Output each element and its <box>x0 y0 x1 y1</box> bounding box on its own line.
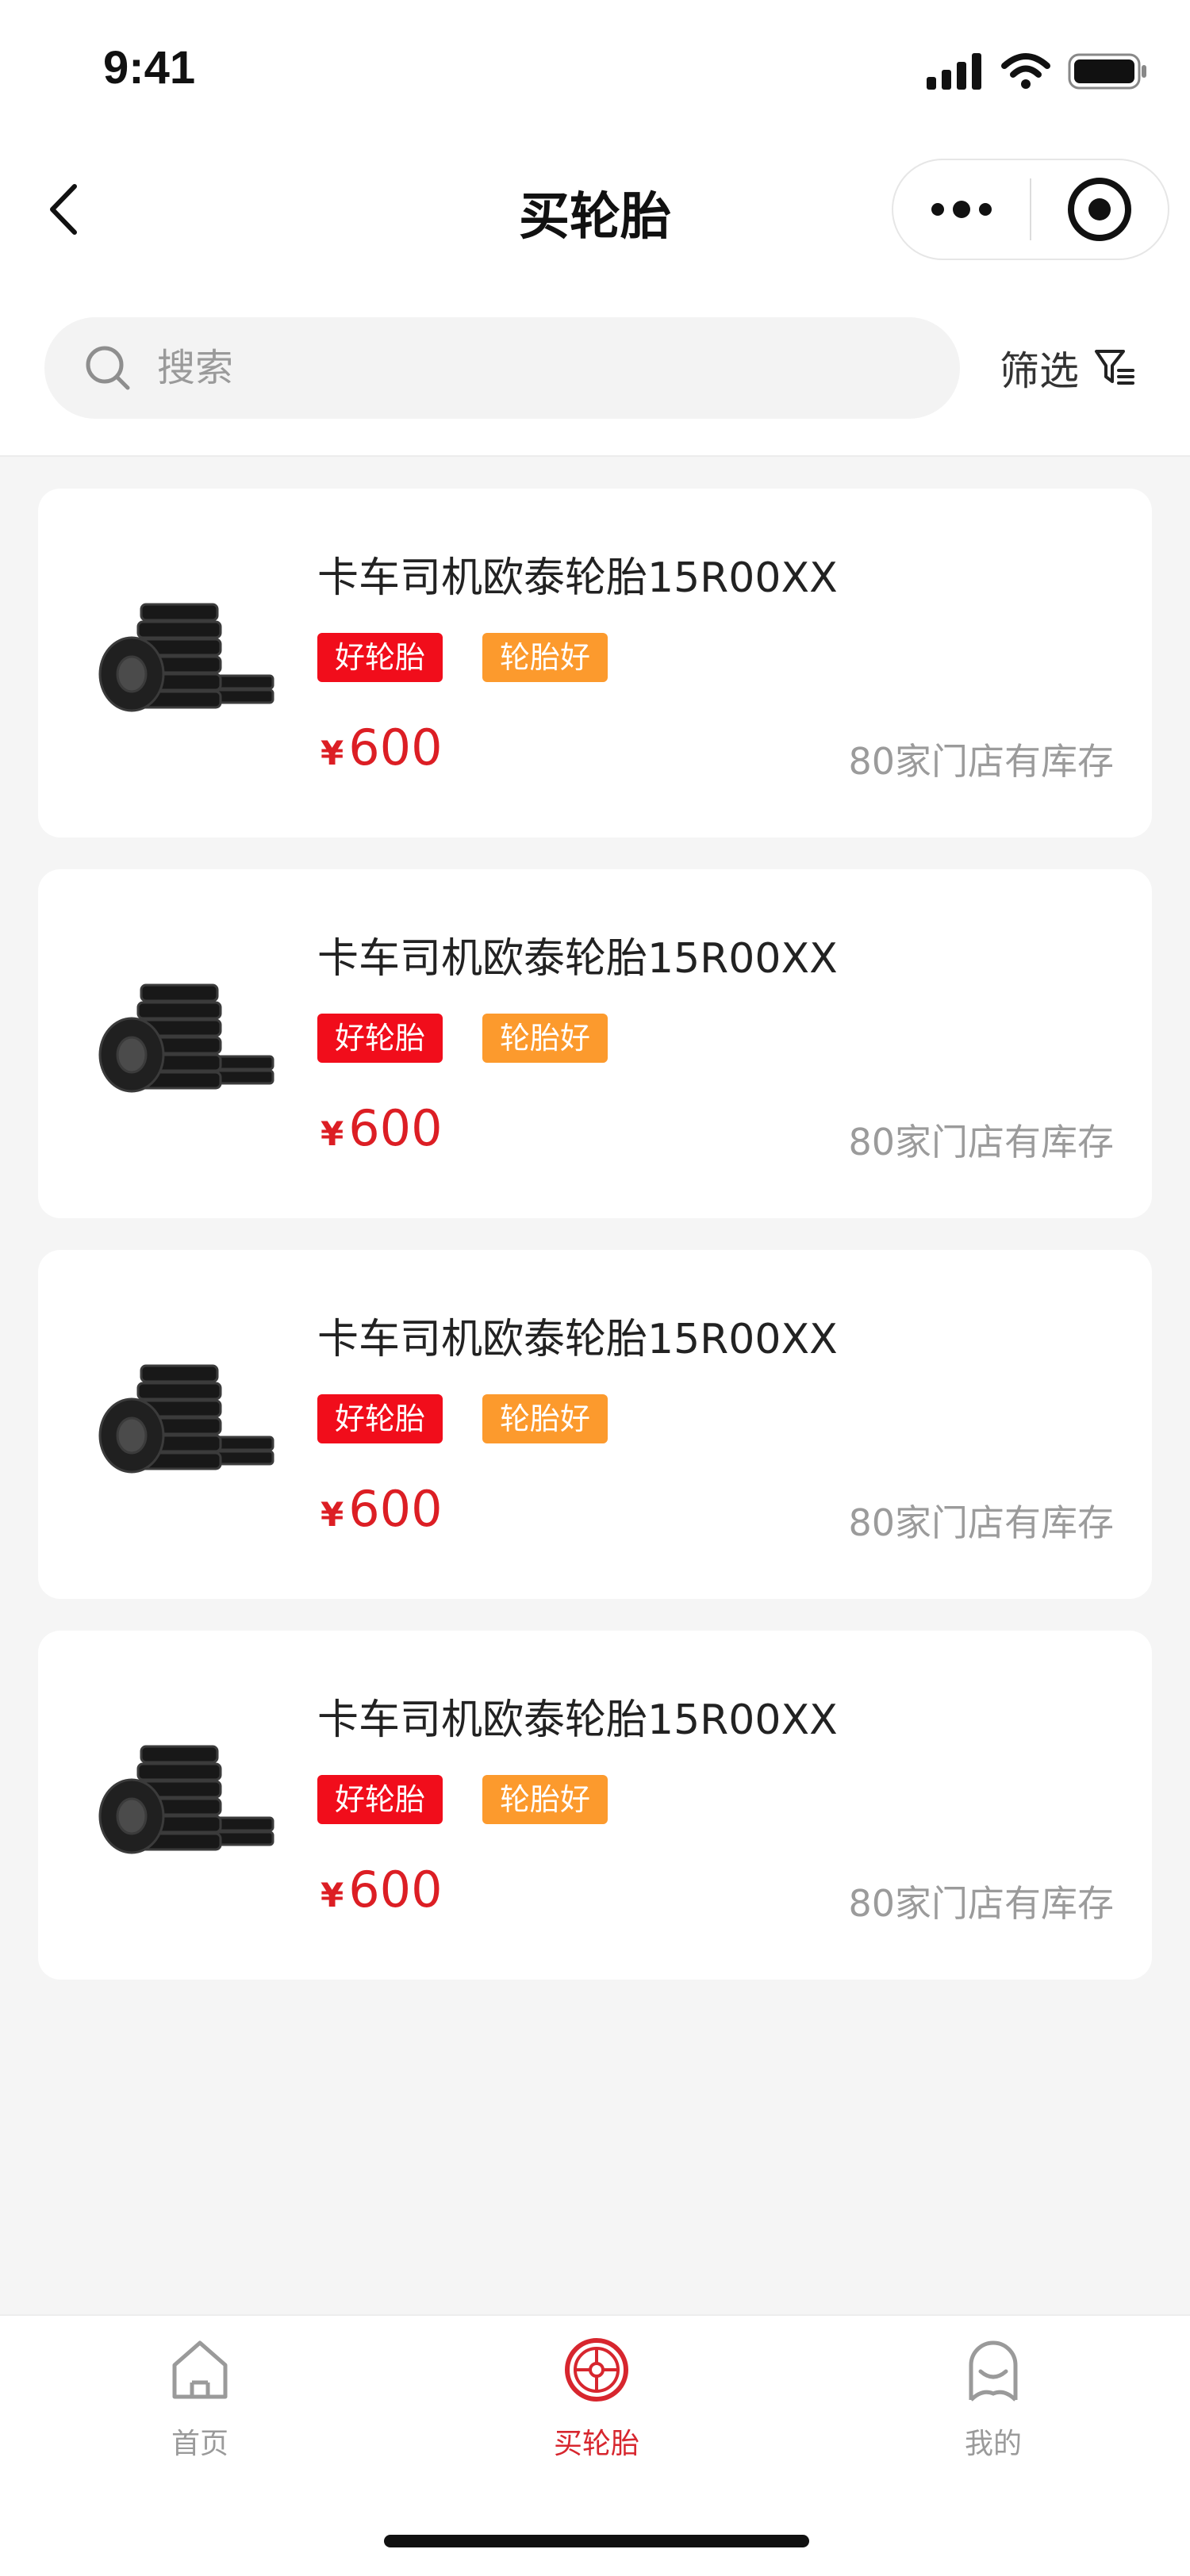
tag-badge: 好轮胎 <box>317 1775 443 1824</box>
home-icon <box>162 2332 238 2408</box>
currency-symbol: ¥ <box>321 734 344 772</box>
tab-home[interactable]: 首页 <box>97 2332 303 2490</box>
tire-stack-image <box>98 1745 274 1854</box>
product-card[interactable]: 卡车司机欧泰轮胎15R00XX 好轮胎 轮胎好 ¥600 80家门店有库存 <box>38 489 1152 838</box>
tag-badge: 好轮胎 <box>317 1014 443 1063</box>
search-bar[interactable] <box>44 317 960 419</box>
nav-bar: 买轮胎 <box>0 143 1190 278</box>
stock-info: 80家门店有库存 <box>848 1501 1114 1544</box>
tag-badge: 轮胎好 <box>482 1775 608 1824</box>
product-price: ¥600 <box>321 1861 443 1919</box>
currency-symbol: ¥ <box>321 1876 344 1915</box>
close-miniprogram-button[interactable] <box>1031 159 1168 260</box>
product-name: 卡车司机欧泰轮胎15R00XX <box>317 1696 838 1744</box>
product-name: 卡车司机欧泰轮胎15R00XX <box>317 935 838 983</box>
product-name: 卡车司机欧泰轮胎15R00XX <box>317 1316 838 1363</box>
profile-icon <box>955 2332 1031 2408</box>
more-dots-icon <box>931 201 992 218</box>
tag-badge: 轮胎好 <box>482 1394 608 1443</box>
price-value: 600 <box>348 719 443 776</box>
cellular-signal-icon <box>927 53 981 90</box>
product-list: 卡车司机欧泰轮胎15R00XX 好轮胎 轮胎好 ¥600 80家门店有库存 卡车… <box>38 489 1152 2011</box>
stock-info: 80家门店有库存 <box>848 1882 1114 1925</box>
tag-badge: 轮胎好 <box>482 633 608 682</box>
stock-info: 80家门店有库存 <box>848 1121 1114 1163</box>
search-icon <box>86 346 130 390</box>
more-button[interactable] <box>893 159 1030 260</box>
price-value: 600 <box>348 1480 443 1538</box>
product-card[interactable]: 卡车司机欧泰轮胎15R00XX 好轮胎 轮胎好 ¥600 80家门店有库存 <box>38 1631 1152 1980</box>
tab-mine[interactable]: 我的 <box>890 2332 1096 2490</box>
stock-info: 80家门店有库存 <box>848 740 1114 783</box>
battery-icon <box>1068 53 1146 90</box>
price-value: 600 <box>348 1861 443 1919</box>
tire-stack-image <box>98 603 274 712</box>
target-circle-icon <box>1068 178 1131 241</box>
status-icons <box>927 49 1149 94</box>
tire-stack-image <box>98 983 274 1093</box>
product-price: ¥600 <box>321 1480 443 1538</box>
tag-badge: 好轮胎 <box>317 1394 443 1443</box>
tab-label: 买轮胎 <box>553 2428 639 2460</box>
tab-buy-tires[interactable]: 买轮胎 <box>493 2332 700 2490</box>
tag-badge: 好轮胎 <box>317 633 443 682</box>
filter-label: 筛选 <box>1000 348 1079 394</box>
product-card[interactable]: 卡车司机欧泰轮胎15R00XX 好轮胎 轮胎好 ¥600 80家门店有库存 <box>38 1250 1152 1599</box>
tab-label: 首页 <box>171 2428 228 2460</box>
price-value: 600 <box>348 1099 443 1157</box>
search-input[interactable] <box>157 346 871 390</box>
currency-symbol: ¥ <box>321 1114 344 1153</box>
tab-label: 我的 <box>964 2428 1022 2460</box>
filter-funnel-icon <box>1095 350 1134 385</box>
home-indicator <box>384 2535 809 2547</box>
filter-button[interactable]: 筛选 <box>1000 333 1136 403</box>
status-time: 9:41 <box>103 42 196 94</box>
tire-icon <box>559 2332 635 2408</box>
miniprogram-capsule <box>892 159 1169 260</box>
product-card[interactable]: 卡车司机欧泰轮胎15R00XX 好轮胎 轮胎好 ¥600 80家门店有库存 <box>38 869 1152 1218</box>
status-bar: 9:41 <box>0 0 1190 143</box>
tire-stack-image <box>98 1364 274 1474</box>
product-price: ¥600 <box>321 719 443 776</box>
wifi-icon <box>1001 53 1050 89</box>
tag-badge: 轮胎好 <box>482 1014 608 1063</box>
product-name: 卡车司机欧泰轮胎15R00XX <box>317 554 838 602</box>
product-price: ¥600 <box>321 1099 443 1157</box>
currency-symbol: ¥ <box>321 1495 344 1534</box>
